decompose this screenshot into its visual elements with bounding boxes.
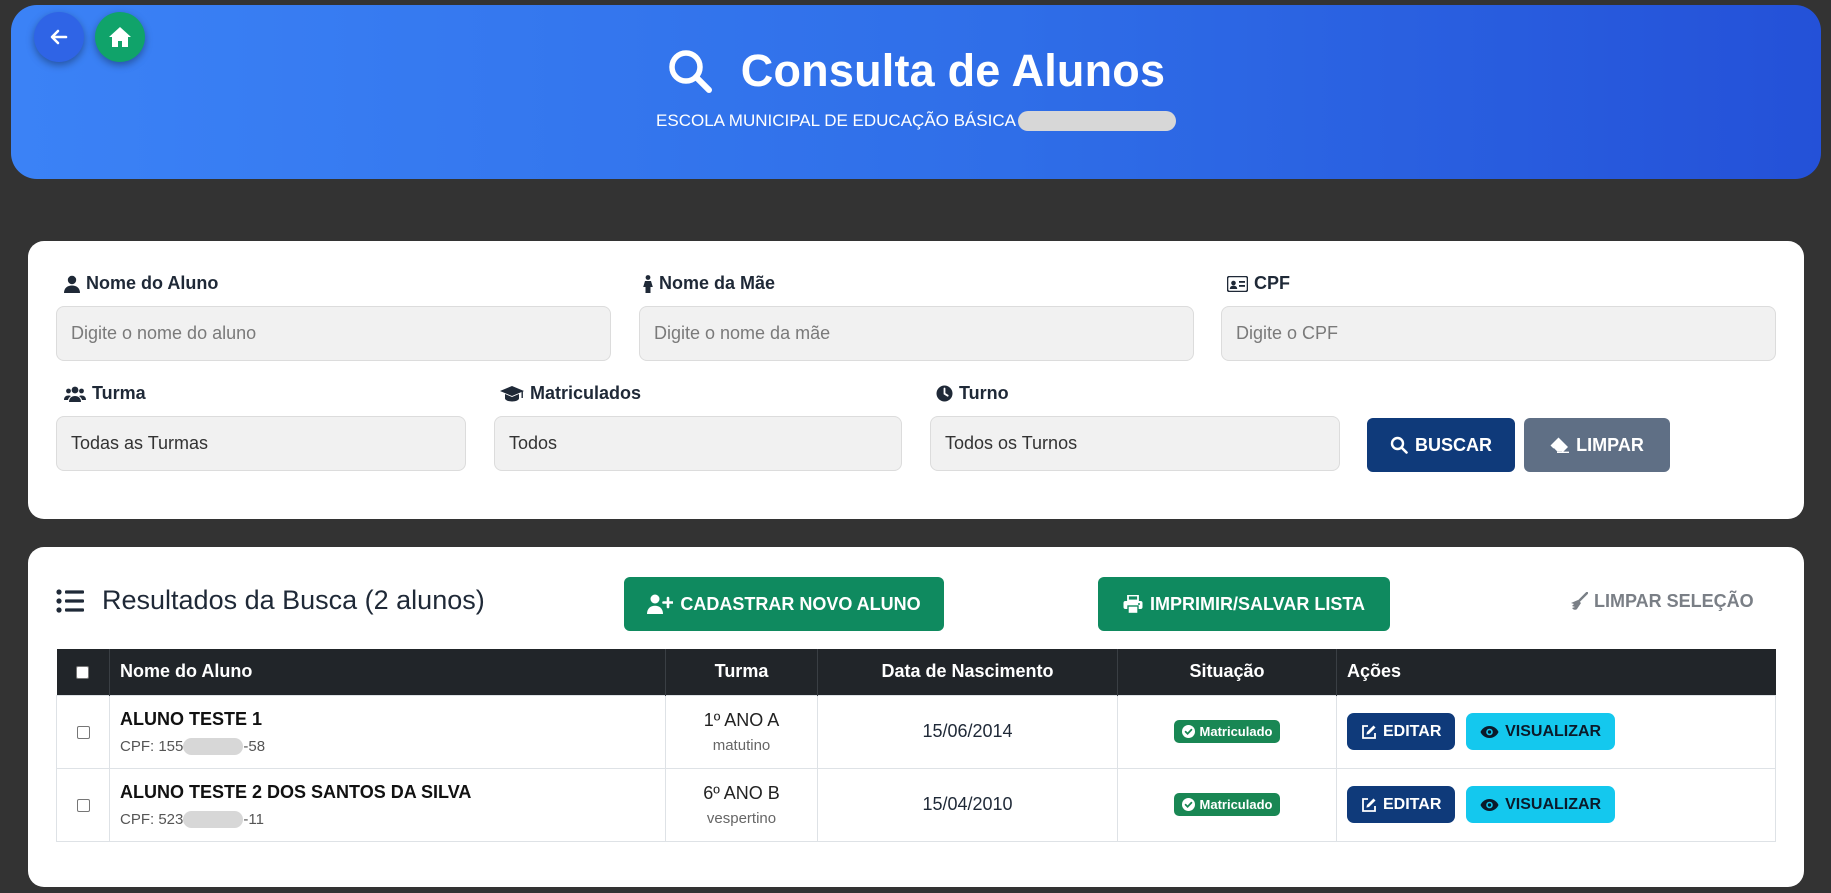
user-icon	[64, 275, 80, 293]
student-turno: matutino	[712, 736, 771, 754]
select-all-header	[56, 649, 110, 695]
redacted-school-name	[1017, 111, 1176, 131]
user-plus-icon	[647, 594, 674, 614]
nome-mae-label: Nome da Mãe	[643, 273, 775, 294]
buscar-button[interactable]: BUSCAR	[1367, 418, 1515, 472]
page-header: Consulta de Alunos ESCOLA MUNICIPAL DE E…	[11, 5, 1821, 179]
results-card: Resultados da Busca (2 alunos) CADASTRAR…	[28, 547, 1804, 887]
check-circle-icon	[1181, 798, 1195, 811]
search-filters-card: Nome do Aluno Digite o nome do aluno Nom…	[28, 241, 1804, 519]
status-badge: Matriculado	[1173, 793, 1281, 816]
student-turno: vespertino	[706, 809, 777, 827]
student-birthdate: 15/04/2010	[817, 767, 1118, 842]
users-icon	[64, 386, 86, 402]
visualizar-button[interactable]: VISUALIZAR	[1466, 713, 1616, 750]
select-all-checkbox[interactable]	[76, 666, 90, 679]
person-dress-icon	[643, 274, 653, 293]
turma-label: Turma	[64, 383, 146, 404]
table-header-row: Nome do Aluno Turma Data de Nascimento S…	[56, 649, 1776, 695]
id-card-icon	[1227, 275, 1248, 292]
col-nome: Nome do Aluno	[109, 649, 666, 695]
broom-icon	[1571, 591, 1588, 610]
results-title: Resultados da Busca (2 alunos)	[102, 585, 485, 615]
row-checkbox[interactable]	[76, 798, 90, 812]
eraser-icon	[1550, 437, 1570, 453]
editar-button[interactable]: EDITAR	[1347, 713, 1456, 750]
student-cpf: CPF: 155 -58	[120, 737, 266, 755]
student-turma: 1º ANO A	[703, 709, 780, 730]
nome-mae-input[interactable]: Digite o nome da mãe	[639, 306, 1194, 361]
table-row: ALUNO TESTE 2 DOS SANTOS DA SILVA CPF: 5…	[56, 767, 1776, 842]
student-name: ALUNO TESTE 1	[120, 708, 263, 729]
student-turma: 6º ANO B	[703, 782, 780, 803]
student-cpf: CPF: 523 -11	[120, 810, 264, 828]
imprimir-lista-button[interactable]: IMPRIMIR/SALVAR LISTA	[1098, 577, 1390, 631]
edit-icon	[1362, 797, 1376, 812]
cpf-label: CPF	[1227, 273, 1290, 294]
limpar-selecao-button[interactable]: LIMPAR SELEÇÃO	[1568, 591, 1754, 612]
redacted-cpf	[183, 737, 244, 755]
limpar-button[interactable]: LIMPAR	[1524, 418, 1670, 472]
student-name: ALUNO TESTE 2 DOS SANTOS DA SILVA	[120, 781, 472, 802]
matriculados-label: Matriculados	[500, 383, 641, 404]
results-table: Nome do Aluno Turma Data de Nascimento S…	[56, 649, 1776, 842]
school-name: ESCOLA MUNICIPAL DE EDUCAÇÃO BÁSICA	[656, 111, 1016, 130]
nome-aluno-label: Nome do Aluno	[64, 273, 218, 294]
col-nascimento: Data de Nascimento	[817, 649, 1118, 695]
list-icon	[56, 588, 84, 613]
col-turma: Turma	[665, 649, 818, 695]
col-situacao: Situação	[1117, 649, 1337, 695]
graduation-cap-icon	[500, 385, 524, 401]
visualizar-button[interactable]: VISUALIZAR	[1466, 786, 1616, 823]
check-circle-icon	[1181, 725, 1195, 738]
eye-icon	[1480, 798, 1499, 811]
printer-icon	[1123, 594, 1143, 614]
student-birthdate: 15/06/2014	[817, 694, 1118, 769]
row-checkbox[interactable]	[76, 725, 90, 739]
eye-icon	[1480, 725, 1499, 738]
editar-button[interactable]: EDITAR	[1347, 786, 1456, 823]
nome-aluno-input[interactable]: Digite o nome do aluno	[56, 306, 611, 361]
status-badge: Matriculado	[1173, 720, 1281, 743]
search-icon	[669, 50, 712, 93]
col-acoes: Ações	[1336, 649, 1776, 695]
turno-label: Turno	[936, 383, 1009, 404]
clock-icon	[936, 385, 953, 402]
cpf-input[interactable]: Digite o CPF	[1221, 306, 1776, 361]
table-row: ALUNO TESTE 1 CPF: 155 -58 1º ANO A matu…	[56, 694, 1776, 769]
arrow-left-icon	[50, 29, 68, 45]
matriculados-select[interactable]: Todos	[494, 416, 902, 471]
redacted-cpf	[183, 810, 244, 828]
edit-icon	[1362, 724, 1376, 739]
turma-select[interactable]: Todas as Turmas	[56, 416, 466, 471]
page-title: Consulta de Alunos	[740, 45, 1166, 96]
cadastrar-aluno-button[interactable]: CADASTRAR NOVO ALUNO	[624, 577, 944, 631]
search-icon	[1390, 436, 1408, 454]
turno-select[interactable]: Todos os Turnos	[930, 416, 1340, 471]
